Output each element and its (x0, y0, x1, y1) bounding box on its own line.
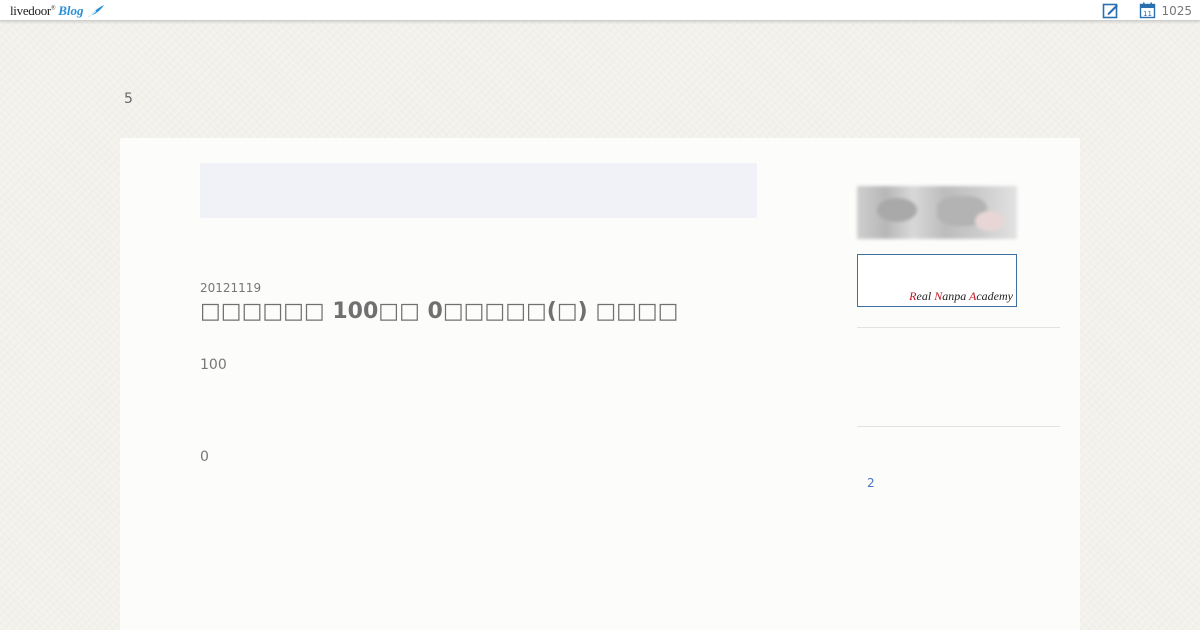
livedoor-blog-logo[interactable]: livedoor® Blog (10, 2, 105, 19)
sidebar-divider (857, 327, 1060, 328)
post-body-line-2: 0 (200, 449, 209, 465)
logo-livedoor-text: livedoor® (10, 2, 56, 18)
header-number: 5 (124, 91, 133, 107)
main-card: 20121119 □□□□□□ 100□□ 0□□□□□(□) □□□□ 100… (120, 138, 1080, 630)
svg-text:11: 11 (1143, 10, 1152, 18)
post-body-line-1: 100 (200, 357, 227, 373)
calendar-button[interactable]: 11 1025 (1139, 2, 1192, 19)
calendar-icon: 11 (1140, 2, 1156, 19)
sidebar-divider (857, 426, 1060, 427)
post-date: 20121119 (200, 281, 262, 295)
edit-icon (1103, 3, 1119, 19)
edit-button[interactable] (1102, 2, 1119, 19)
sidebar-profile-image[interactable] (857, 186, 1017, 239)
ad-placeholder (200, 163, 757, 218)
sidebar-banner-real-nanpa-academy[interactable]: Real Nanpa Academy (857, 254, 1017, 307)
feather-icon (87, 4, 104, 17)
sidebar-link[interactable]: 2 (867, 476, 875, 490)
calendar-count: 1025 (1161, 3, 1192, 18)
logo-blog-text: Blog (58, 2, 84, 18)
top-bar: livedoor® Blog 11 1025 (0, 0, 1200, 21)
post-title[interactable]: □□□□□□ 100□□ 0□□□□□(□) □□□□ (200, 299, 800, 324)
banner-text: Real Nanpa Academy (909, 289, 1013, 303)
